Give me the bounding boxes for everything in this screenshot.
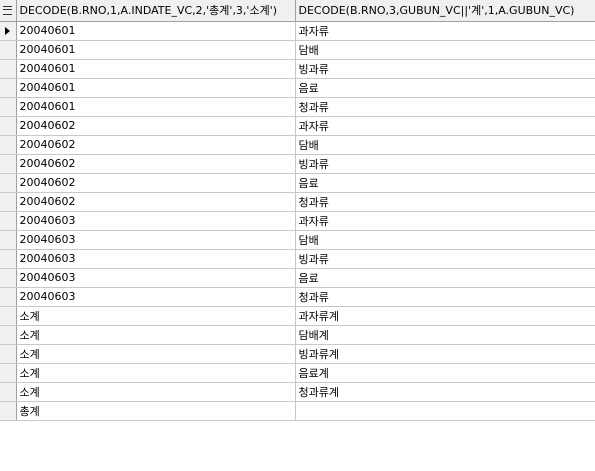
row-indicator[interactable] [0,40,17,60]
row-indicator[interactable] [0,306,17,326]
table-row[interactable]: 20040601 과자류 [0,21,595,41]
table-cell[interactable]: 과자류 [295,116,595,136]
table-cell[interactable]: 20040602 [16,135,296,155]
table-row[interactable]: 20040601 음료 [0,78,595,98]
row-indicator[interactable] [0,287,17,307]
table-cell[interactable]: 담배 [295,230,595,250]
table-cell[interactable]: 20040602 [16,116,296,136]
table-row[interactable]: 20040602 과자류 [0,116,595,136]
column-header[interactable]: DECODE(B.RNO,3,GUBUN_VC||'계',1,A.GUBUN_V… [295,0,595,22]
table-cell[interactable]: 20040603 [16,287,296,307]
table-row[interactable]: 소계 담배계 [0,325,595,345]
table-cell[interactable]: 청과류 [295,192,595,212]
row-indicator[interactable] [0,154,17,174]
table-cell[interactable]: 20040602 [16,154,296,174]
row-indicator[interactable] [0,173,17,193]
row-indicator[interactable] [0,135,17,155]
table-row[interactable]: 20040603 담배 [0,230,595,250]
table-row[interactable]: 20040601 청과류 [0,97,595,117]
table-row[interactable]: 20040602 음료 [0,173,595,193]
table-cell[interactable]: 20040602 [16,192,296,212]
table-cell[interactable]: 담배계 [295,325,595,345]
table-cell[interactable]: 빙과류 [295,154,595,174]
row-indicator[interactable] [0,363,17,383]
row-indicator[interactable] [0,192,17,212]
table-cell[interactable]: 음료 [295,173,595,193]
table-cell[interactable]: 담배 [295,135,595,155]
table-row[interactable]: 소계 과자류계 [0,306,595,326]
row-indicator[interactable] [0,382,17,402]
table-cell[interactable]: 소계 [16,382,296,402]
table-cell[interactable]: 소계 [16,306,296,326]
table-cell[interactable]: 과자류 [295,21,595,41]
table-row[interactable]: 20040603 과자류 [0,211,595,231]
row-indicator[interactable] [0,211,17,231]
table-cell[interactable]: 음료계 [295,363,595,383]
table-row[interactable]: 20040603 청과류 [0,287,595,307]
table-cell[interactable]: 음료 [295,268,595,288]
table-cell[interactable]: 20040601 [16,78,296,98]
row-indicator[interactable] [0,268,17,288]
table-row[interactable]: 20040603 빙과류 [0,249,595,269]
table-cell[interactable]: 청과류계 [295,382,595,402]
table-cell[interactable]: 20040601 [16,21,296,41]
table-cell[interactable]: 담배 [295,40,595,60]
header-row: DECODE(B.RNO,1,A.INDATE_VC,2,'총계',3,'소계'… [0,0,595,22]
table-cell[interactable]: 20040602 [16,173,296,193]
table-cell[interactable]: 20040603 [16,211,296,231]
table-row[interactable]: 20040603 음료 [0,268,595,288]
row-indicator[interactable] [0,97,17,117]
current-row-arrow-icon [5,27,11,35]
table-cell[interactable] [295,401,595,421]
row-indicator[interactable] [0,325,17,345]
grid-body: 20040601 과자류 20040601 담배 20040601 빙과류 20040601… [0,21,595,421]
table-row[interactable]: 20040601 빙과류 [0,59,595,79]
table-row[interactable]: 20040602 청과류 [0,192,595,212]
row-indicator[interactable] [0,116,17,136]
table-cell[interactable]: 청과류 [295,287,595,307]
table-row[interactable]: 20040602 담배 [0,135,595,155]
table-row[interactable]: 총계 [0,401,595,421]
table-cell[interactable]: 빙과류 [295,249,595,269]
column-header[interactable]: DECODE(B.RNO,1,A.INDATE_VC,2,'총계',3,'소계'… [16,0,296,22]
table-row[interactable]: 소계 빙과류계 [0,344,595,364]
table-cell[interactable]: 소계 [16,325,296,345]
row-indicator[interactable] [0,344,17,364]
table-row[interactable]: 20040602 빙과류 [0,154,595,174]
row-indicator[interactable] [0,21,17,41]
table-cell[interactable]: 20040601 [16,97,296,117]
table-cell[interactable]: 과자류계 [295,306,595,326]
result-table: DECODE(B.RNO,1,A.INDATE_VC,2,'총계',3,'소계'… [0,0,595,421]
menu-lines-icon [3,6,13,16]
table-cell[interactable]: 빙과류계 [295,344,595,364]
table-cell[interactable]: 소계 [16,363,296,383]
row-indicator[interactable] [0,78,17,98]
table-cell[interactable]: 소계 [16,344,296,364]
result-grid: DECODE(B.RNO,1,A.INDATE_VC,2,'총계',3,'소계'… [0,0,595,471]
table-row[interactable]: 소계 음료계 [0,363,595,383]
grid-menu-button[interactable] [0,0,17,22]
row-indicator[interactable] [0,59,17,79]
table-row[interactable]: 20040601 담배 [0,40,595,60]
table-cell[interactable]: 청과류 [295,97,595,117]
table-row[interactable]: 소계 청과류계 [0,382,595,402]
table-cell[interactable]: 20040603 [16,230,296,250]
row-indicator[interactable] [0,401,17,421]
table-cell[interactable]: 20040601 [16,40,296,60]
table-cell[interactable]: 음료 [295,78,595,98]
table-cell[interactable]: 과자류 [295,211,595,231]
table-cell[interactable]: 20040603 [16,268,296,288]
table-cell[interactable]: 총계 [16,401,296,421]
row-indicator[interactable] [0,249,17,269]
row-indicator[interactable] [0,230,17,250]
table-cell[interactable]: 20040603 [16,249,296,269]
table-cell[interactable]: 20040601 [16,59,296,79]
table-cell[interactable]: 빙과류 [295,59,595,79]
